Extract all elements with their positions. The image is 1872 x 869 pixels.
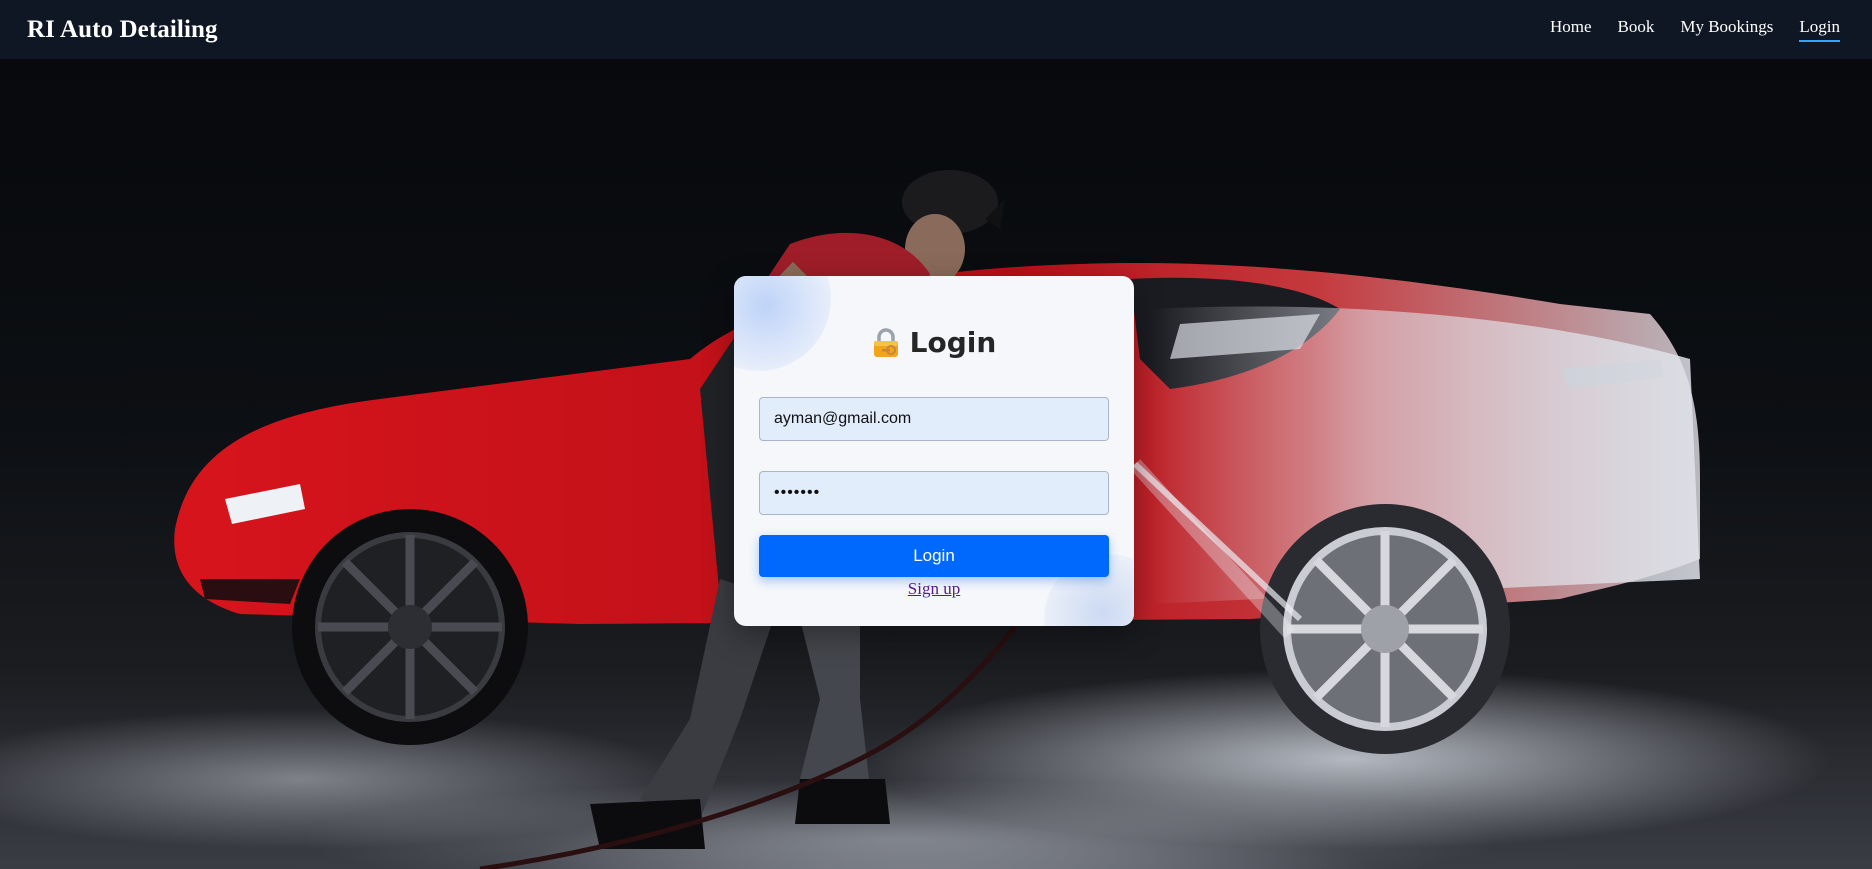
sign-up-link[interactable]: Sign up bbox=[734, 579, 1134, 599]
nav-link-login[interactable]: Login bbox=[1799, 17, 1840, 42]
login-title-text: Login bbox=[909, 326, 997, 359]
login-card: Login Login Sign up bbox=[734, 276, 1134, 626]
nav-link-book[interactable]: Book bbox=[1618, 17, 1655, 42]
nav-link-my-bookings[interactable]: My Bookings bbox=[1680, 17, 1773, 42]
top-navbar: RI Auto Detailing Home Book My Bookings … bbox=[0, 0, 1872, 59]
brand-title[interactable]: RI Auto Detailing bbox=[27, 16, 218, 44]
nav-link-home[interactable]: Home bbox=[1550, 17, 1592, 42]
email-field[interactable] bbox=[759, 397, 1109, 441]
password-field[interactable] bbox=[759, 471, 1109, 515]
login-title: Login bbox=[734, 326, 1134, 359]
lock-key-icon bbox=[872, 327, 900, 358]
nav-links: Home Book My Bookings Login bbox=[1524, 17, 1840, 42]
login-button[interactable]: Login bbox=[759, 535, 1109, 577]
